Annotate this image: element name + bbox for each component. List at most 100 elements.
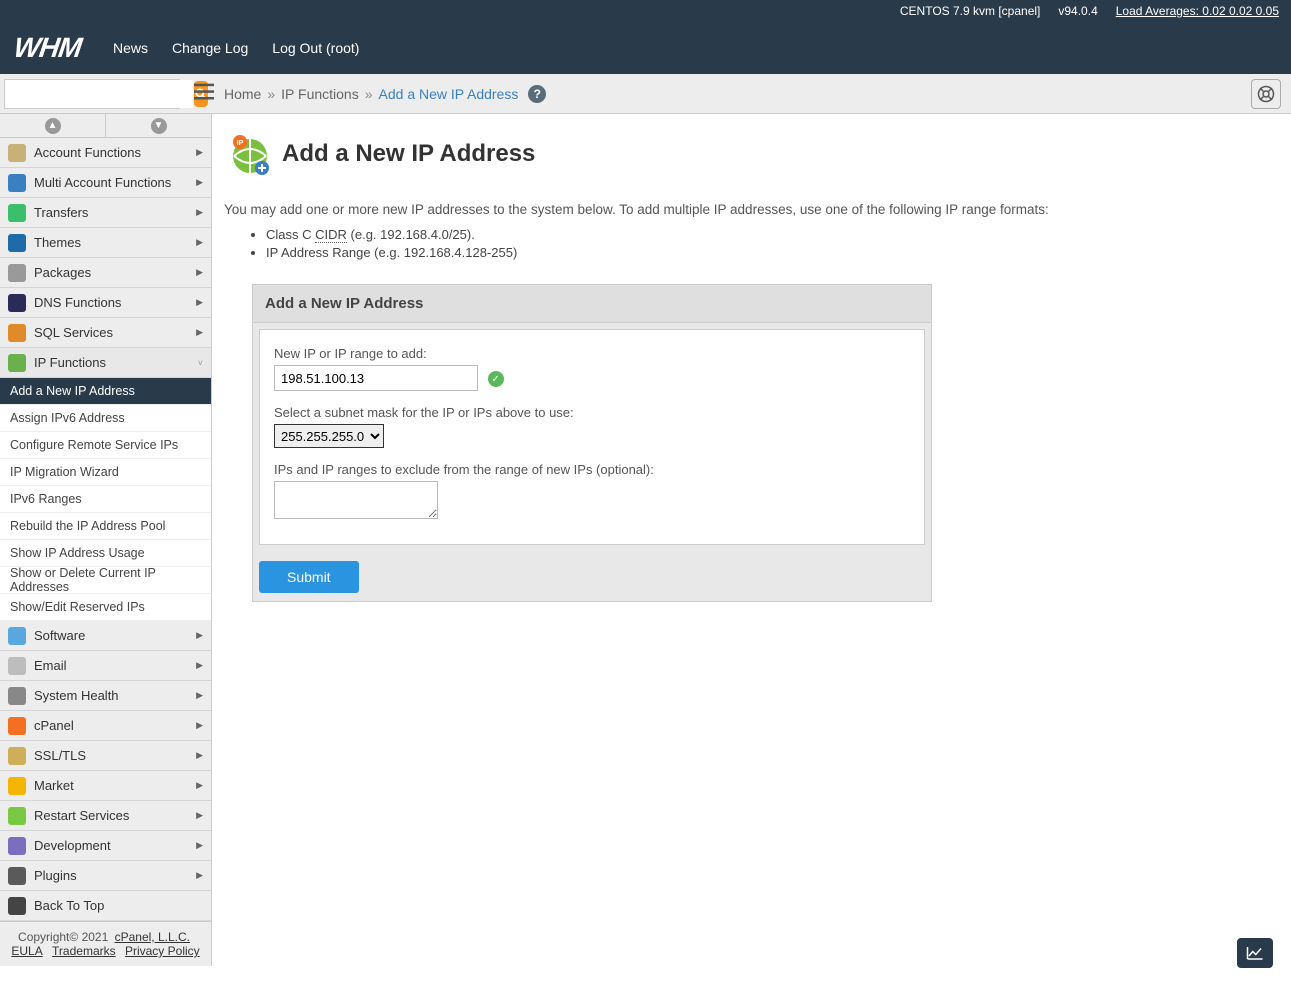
sidebar-group-label: SSL/TLS — [34, 748, 86, 763]
sidebar-group-icon — [8, 294, 26, 312]
sidebar-group-label: Market — [34, 778, 74, 793]
sidebar-group-icon — [8, 747, 26, 765]
breadcrumb-home[interactable]: Home — [224, 86, 261, 102]
sidebar-group-icon — [8, 627, 26, 645]
company-link[interactable]: cPanel, L.L.C. — [115, 930, 190, 944]
sidebar-group-label: Account Functions — [34, 145, 141, 160]
sidebar-group-back-to-top[interactable]: Back To Top — [0, 891, 211, 921]
chevron-right-icon: ▶ — [196, 147, 203, 158]
sidebar-item-configure-remote-service-ips[interactable]: Configure Remote Service IPs — [0, 432, 211, 459]
cidr-abbr[interactable]: CIDR — [315, 227, 347, 243]
main-content: IP Add a New IP Address You may add one … — [212, 114, 1291, 966]
sidebar-group-ip-functions[interactable]: IP Functions˅ — [0, 348, 211, 378]
sidebar-group-icon — [8, 324, 26, 342]
sidebar-item-show-edit-reserved-ips[interactable]: Show/Edit Reserved IPs — [0, 594, 211, 621]
help-icon[interactable]: ? — [528, 85, 546, 103]
ip-input[interactable] — [274, 365, 478, 391]
sidebar-group-icon — [8, 837, 26, 855]
chevron-right-icon: ▶ — [196, 177, 203, 188]
sidebar-expand-all[interactable]: ▼ — [106, 114, 211, 137]
sidebar-group-email[interactable]: Email▶ — [0, 651, 211, 681]
sidebar-group-cpanel[interactable]: cPanel▶ — [0, 711, 211, 741]
add-ip-page-icon: IP — [228, 132, 272, 176]
sidebar-group-themes[interactable]: Themes▶ — [0, 228, 211, 258]
life-ring-icon — [1257, 85, 1275, 103]
ip-format-hints: Class C CIDR (e.g. 192.168.4.0/25). IP A… — [266, 227, 1273, 260]
sidebar-group-label: Packages — [34, 265, 91, 280]
chevron-right-icon: ▶ — [196, 207, 203, 218]
sidebar-item-rebuild-the-ip-address-pool[interactable]: Rebuild the IP Address Pool — [0, 513, 211, 540]
sidebar-group-icon — [8, 234, 26, 252]
support-button[interactable] — [1251, 79, 1281, 109]
subnet-select[interactable]: 255.255.255.0 — [274, 424, 384, 448]
sidebar-group-label: Back To Top — [34, 898, 104, 913]
sidebar-group-development[interactable]: Development▶ — [0, 831, 211, 861]
chart-icon — [1246, 945, 1264, 961]
sidebar-group-sql-services[interactable]: SQL Services▶ — [0, 318, 211, 348]
menu-toggle-button[interactable] — [194, 83, 214, 104]
page-title: Add a New IP Address — [282, 140, 535, 168]
copyright-text: Copyright© 2021 — [18, 930, 112, 944]
privacy-link[interactable]: Privacy Policy — [125, 944, 200, 958]
search-input[interactable] — [5, 80, 193, 108]
validation-check-icon: ✓ — [488, 371, 504, 387]
sidebar-group-icon — [8, 777, 26, 795]
stats-fab-button[interactable] — [1237, 938, 1273, 968]
nav-log-out[interactable]: Log Out (root) — [272, 40, 359, 56]
sidebar-group-system-health[interactable]: System Health▶ — [0, 681, 211, 711]
sidebar-group-icon — [8, 264, 26, 282]
sidebar-group-icon — [8, 687, 26, 705]
breadcrumb-current: Add a New IP Address — [379, 86, 519, 102]
sidebar-item-show-or-delete-current-ip-addresses[interactable]: Show or Delete Current IP Addresses — [0, 567, 211, 594]
breadcrumb-section[interactable]: IP Functions — [281, 86, 359, 102]
submit-button[interactable]: Submit — [259, 561, 359, 593]
sidebar-group-market[interactable]: Market▶ — [0, 771, 211, 801]
sidebar-item-add-a-new-ip-address[interactable]: Add a New IP Address — [0, 378, 211, 405]
hint-cidr: Class C CIDR (e.g. 192.168.4.0/25). — [266, 227, 1273, 242]
breadcrumb-separator: » — [267, 86, 275, 102]
sidebar-group-label: Transfers — [34, 205, 88, 220]
sidebar-group-account-functions[interactable]: Account Functions ▶ — [0, 138, 211, 168]
sidebar-group-software[interactable]: Software▶ — [0, 621, 211, 651]
sidebar: ▲ ▼ Account Functions▶Multi Account Func… — [0, 114, 212, 966]
trademarks-link[interactable]: Trademarks — [52, 944, 116, 958]
exclude-label: IPs and IP ranges to exclude from the ra… — [274, 462, 910, 477]
chevron-right-icon: ▶ — [196, 327, 203, 338]
sidebar-nav-arrows: ▲ ▼ — [0, 114, 211, 138]
chevron-right-icon: ▶ — [196, 750, 203, 761]
load-averages-link[interactable]: Load Averages: 0.02 0.02 0.05 — [1116, 4, 1279, 18]
sidebar-group-label: Email — [34, 658, 67, 673]
whm-logo[interactable]: WHM — [12, 32, 83, 64]
exclude-textarea[interactable] — [274, 481, 438, 519]
sidebar-group-label: IP Functions — [34, 355, 106, 370]
main-header: WHM News Change Log Log Out (root) — [0, 22, 1291, 74]
sidebar-item-assign-ipv6-address[interactable]: Assign IPv6 Address — [0, 405, 211, 432]
sidebar-group-packages[interactable]: Packages▶ — [0, 258, 211, 288]
sidebar-group-label: System Health — [34, 688, 119, 703]
sidebar-group-restart-services[interactable]: Restart Services ▶ — [0, 801, 211, 831]
add-ip-panel: Add a New IP Address New IP or IP range … — [252, 284, 932, 602]
svg-text:IP: IP — [237, 140, 244, 147]
sidebar-group-ssl-tls[interactable]: SSL/TLS ▶ — [0, 741, 211, 771]
sidebar-collapse-all[interactable]: ▲ — [0, 114, 106, 137]
sidebar-item-show-ip-address-usage[interactable]: Show IP Address Usage — [0, 540, 211, 567]
ip-input-label: New IP or IP range to add: — [274, 346, 910, 361]
eula-link[interactable]: EULA — [11, 944, 42, 958]
sidebar-group-dns-functions[interactable]: DNS Functions▶ — [0, 288, 211, 318]
sidebar-group-icon — [8, 867, 26, 885]
sidebar-group-transfers[interactable]: Transfers ▶ — [0, 198, 211, 228]
nav-news[interactable]: News — [113, 40, 148, 56]
sidebar-group-label: Restart Services — [34, 808, 129, 823]
hamburger-icon — [194, 83, 214, 101]
sidebar-group-label: cPanel — [34, 718, 74, 733]
sidebar-item-ip-migration-wizard[interactable]: IP Migration Wizard — [0, 459, 211, 486]
intro-text: You may add one or more new IP addresses… — [224, 202, 1273, 217]
sidebar-group-icon — [8, 897, 26, 915]
sidebar-group-multi-account-functions[interactable]: Multi Account Functions▶ — [0, 168, 211, 198]
sidebar-item-ipv6-ranges[interactable]: IPv6 Ranges — [0, 486, 211, 513]
nav-change-log[interactable]: Change Log — [172, 40, 248, 56]
chevron-right-icon: ▶ — [196, 630, 203, 641]
sidebar-group-icon — [8, 204, 26, 222]
chevron-right-icon: ▶ — [196, 810, 203, 821]
sidebar-group-plugins[interactable]: Plugins▶ — [0, 861, 211, 891]
